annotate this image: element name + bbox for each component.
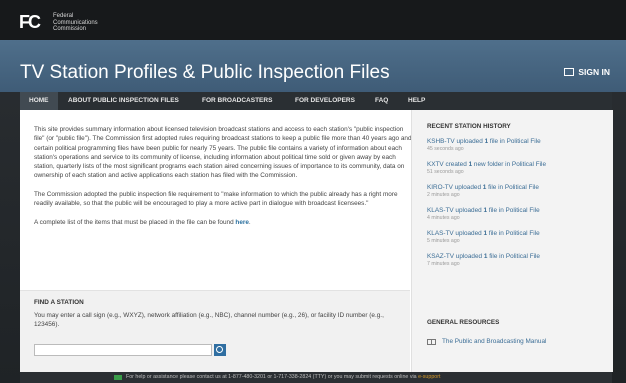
history-station: KSHB-TV [427,138,455,145]
history-time: 4 minutes ago [427,215,460,221]
history-time: 5 minutes ago [427,238,460,244]
history-rest: new folder in Political File [472,161,547,168]
history-line: KIRO-TV uploaded 1 file in Political Fil… [427,184,607,192]
search-button[interactable] [214,344,226,356]
history-item[interactable]: KIRO-TV uploaded 1 file in Political Fil… [427,184,607,199]
history-station: KLAS-TV [427,207,454,214]
e-support-link[interactable]: e-support [418,374,440,380]
intro-text: This site provides summary information a… [34,125,414,237]
history-time: 51 seconds ago [427,169,464,175]
history-station: KLAS-TV [427,230,454,237]
agency-name: Federal Communications Commission [53,13,98,33]
resources-heading: GENERAL RESOURCES [427,319,500,326]
manual-link[interactable]: The Public and Broadcasting Manual [427,338,607,345]
history-verb: uploaded [453,207,484,214]
history-rest: file in Political File [487,253,540,260]
nav-about[interactable]: ABOUT PUBLIC INSPECTION FILES [68,92,179,110]
nav-faq[interactable]: FAQ [375,92,388,110]
find-station-section: FIND A STATION You may enter a call sign… [20,290,410,373]
footer-text: For help or assistance please contact us… [126,374,440,380]
history-item[interactable]: KSAZ-TV uploaded 1 file in Political Fil… [427,253,607,268]
main-nav: HOME ABOUT PUBLIC INSPECTION FILES FOR B… [20,92,612,111]
history-line: KXTV created 1 new folder in Political F… [427,161,607,169]
intro-paragraph-1: This site provides summary information a… [34,126,412,180]
nav-help[interactable]: HELP [408,92,425,110]
agency-bar: FC Federal Communications Commission [0,0,626,40]
history-verb: uploaded [454,253,484,260]
nav-broadcasters[interactable]: FOR BROADCASTERS [202,92,272,110]
history-verb: uploaded [454,138,485,145]
history-item[interactable]: KSHB-TV uploaded 1 file in Political Fil… [427,138,607,153]
history-line: KLAS-TV uploaded 1 file in Political Fil… [427,207,607,215]
find-station-heading: FIND A STATION [34,299,84,306]
nav-developers[interactable]: FOR DEVELOPERS [295,92,355,110]
sign-in-label: SIGN IN [578,67,610,77]
footer: For help or assistance please contact us… [20,372,612,383]
page-title: TV Station Profiles & Public Inspection … [20,62,390,83]
mail-icon [114,375,122,380]
history-station: KXTV [427,161,444,168]
history-station: KIRO-TV [427,184,453,191]
history-rest: file in Political File [488,138,541,145]
intro-p3-text: A complete list of the items that must b… [34,218,236,226]
station-search-input[interactable] [34,344,212,356]
history-time: 45 seconds ago [427,146,464,152]
find-station-hint: You may enter a call sign (e.g., WXYZ), … [34,312,384,329]
history-item[interactable]: KLAS-TV uploaded 1 file in Political Fil… [427,230,607,245]
intro-paragraph-3: A complete list of the items that must b… [34,218,414,227]
history-line: KSAZ-TV uploaded 1 file in Political Fil… [427,253,607,261]
content-panel: This site provides summary information a… [20,110,613,373]
sidebar: RECENT STATION HISTORY KSHB-TV uploaded … [411,110,613,372]
history-verb: uploaded [453,230,484,237]
history-line: KLAS-TV uploaded 1 file in Political Fil… [427,230,607,238]
history-verb: uploaded [452,184,483,191]
footer-message: For help or assistance please contact us… [126,374,419,380]
history-time: 2 minutes ago [427,192,460,198]
nav-home[interactable]: HOME [20,92,58,110]
history-item[interactable]: KXTV created 1 new folder in Political F… [427,161,607,176]
intro-paragraph-2: The Commission adopted the public inspec… [34,191,398,208]
intro-p3-suffix: . [248,218,251,226]
history-verb: created [443,161,469,168]
history-rest: file in Political File [487,207,540,214]
fcc-logo[interactable]: FC [19,12,49,32]
history-line: KSHB-TV uploaded 1 file in Political Fil… [427,138,607,146]
here-link[interactable]: here [235,219,249,226]
history-rest: file in Political File [487,230,540,237]
history-rest: file in Political File [486,184,539,191]
manual-link-label: The Public and Broadcasting Manual [442,338,547,345]
history-time: 7 minutes ago [427,261,460,267]
history-heading: RECENT STATION HISTORY [427,123,511,130]
recent-history: RECENT STATION HISTORY KSHB-TV uploaded … [427,123,607,268]
user-card-icon [564,68,575,76]
history-station: KSAZ-TV [427,253,454,260]
general-resources: GENERAL RESOURCES The Public and Broadca… [427,319,607,345]
history-item[interactable]: KLAS-TV uploaded 1 file in Political Fil… [427,207,607,222]
book-icon [427,338,436,345]
page: FC Federal Communications Commission TV … [0,0,626,383]
agency-name-line3: Commission [53,26,87,32]
sign-in-button[interactable]: SIGN IN [564,67,610,77]
